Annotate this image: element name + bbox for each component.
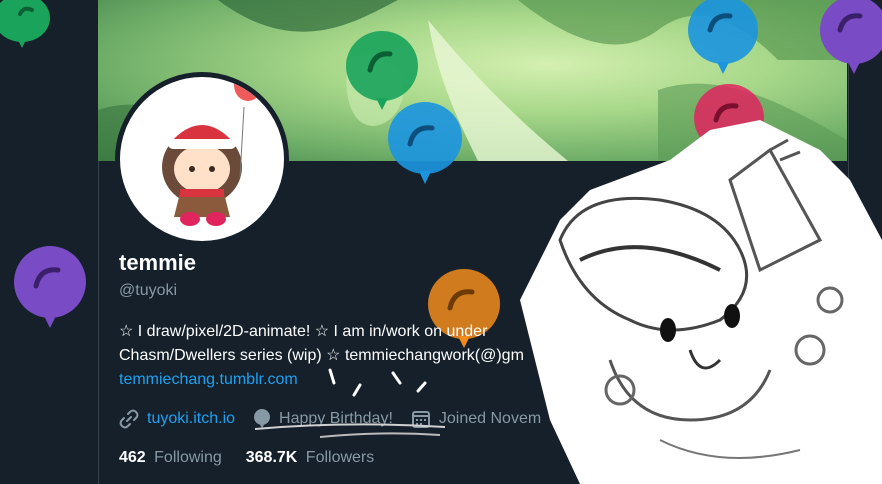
balloon-icon: [14, 246, 86, 328]
followers-label: Followers: [305, 449, 375, 466]
website-link[interactable]: tuyoki.itch.io: [147, 410, 235, 428]
following-count: 462: [119, 449, 146, 466]
balloon-icon: [0, 0, 50, 48]
display-name: temmie: [119, 250, 197, 275]
follow-counts: 462 Following 368.7K Followers: [119, 449, 398, 467]
profile-avatar[interactable]: [115, 72, 289, 246]
balloon-icon: [820, 0, 882, 74]
confetti-sketch: [254, 368, 446, 438]
avatar-illustration: [150, 77, 262, 226]
birthday-character-sketch: [520, 120, 882, 484]
followers-count: 368.7K: [245, 449, 298, 466]
balloon-icon: [688, 0, 758, 74]
following-link[interactable]: 462 Following: [119, 449, 222, 467]
balloon-icon: [388, 102, 462, 184]
followers-link[interactable]: 368.7K Followers: [246, 449, 375, 467]
user-handle: @tuyoki: [119, 282, 178, 299]
link-icon: [119, 409, 139, 429]
following-label: Following: [154, 449, 222, 466]
website-item[interactable]: tuyoki.itch.io: [119, 409, 235, 429]
